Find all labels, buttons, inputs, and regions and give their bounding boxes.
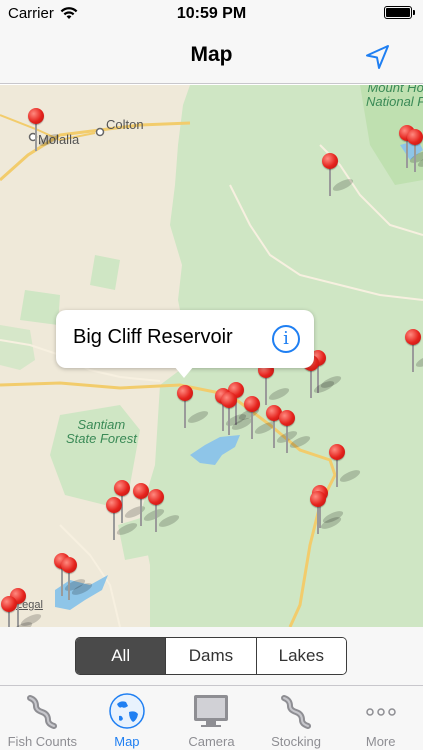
globe-icon	[109, 693, 145, 729]
map-pin[interactable]	[403, 329, 423, 373]
tab-label: Camera	[188, 734, 235, 749]
map-label-mount-hood: Mount Ho National F	[366, 85, 423, 109]
callout-title: Big Cliff Reservoir	[73, 326, 233, 348]
map-pin[interactable]	[277, 410, 312, 454]
tab-bar: Fish Counts Map Camera Stocking More	[0, 685, 423, 750]
map-view[interactable]: Colton Molalla Mount Ho National F Santi…	[0, 85, 423, 627]
info-icon[interactable]: i	[272, 325, 300, 353]
tab-fish-counts[interactable]: Fish Counts	[0, 686, 85, 750]
monitor-icon	[194, 695, 229, 727]
map-label-santiam: Santiam State Forest	[66, 417, 137, 446]
navigation-bar: Map	[0, 30, 423, 84]
map-pin[interactable]	[0, 596, 34, 627]
callout-pointer	[174, 366, 194, 378]
map-pin[interactable]	[104, 497, 139, 541]
tab-more[interactable]: More	[338, 686, 423, 750]
tab-label: More	[365, 734, 396, 749]
segment-dams[interactable]: Dams	[166, 638, 257, 674]
location-arrow-icon[interactable]	[363, 42, 393, 72]
tab-label: Fish Counts	[7, 734, 77, 749]
map-pin[interactable]	[59, 557, 94, 601]
filter-bar: All Dams Lakes	[0, 627, 423, 685]
map-label-colton: Colton	[106, 117, 144, 132]
map-pin[interactable]	[242, 396, 277, 440]
pin-callout[interactable]: Big Cliff Reservoir i	[56, 310, 314, 378]
map-pin[interactable]	[219, 392, 254, 436]
filter-segmented-control: All Dams Lakes	[75, 637, 347, 675]
segment-all[interactable]: All	[76, 638, 167, 674]
tab-label: Stocking	[271, 734, 322, 749]
map-pin[interactable]	[327, 444, 362, 488]
fish-ladder-icon	[281, 695, 312, 729]
tab-stocking[interactable]: Stocking	[254, 686, 339, 750]
map-pin[interactable]	[405, 129, 423, 173]
map-pin[interactable]	[146, 489, 181, 533]
segment-lakes[interactable]: Lakes	[256, 638, 346, 674]
fish-ladder-icon	[27, 695, 58, 729]
tab-map[interactable]: Map	[85, 686, 170, 750]
battery-icon	[384, 6, 415, 19]
tab-camera[interactable]: Camera	[169, 686, 254, 750]
map-pin[interactable]	[308, 491, 343, 535]
map-pin-big-cliff[interactable]	[175, 385, 210, 429]
status-bar: Carrier 10:59 PM	[0, 0, 423, 30]
tab-label: Map	[114, 734, 140, 749]
page-title: Map	[190, 43, 233, 66]
more-dots-icon	[365, 708, 396, 716]
map-pin[interactable]	[26, 108, 61, 152]
map-pin[interactable]	[320, 153, 355, 197]
status-time: 10:59 PM	[176, 5, 247, 22]
